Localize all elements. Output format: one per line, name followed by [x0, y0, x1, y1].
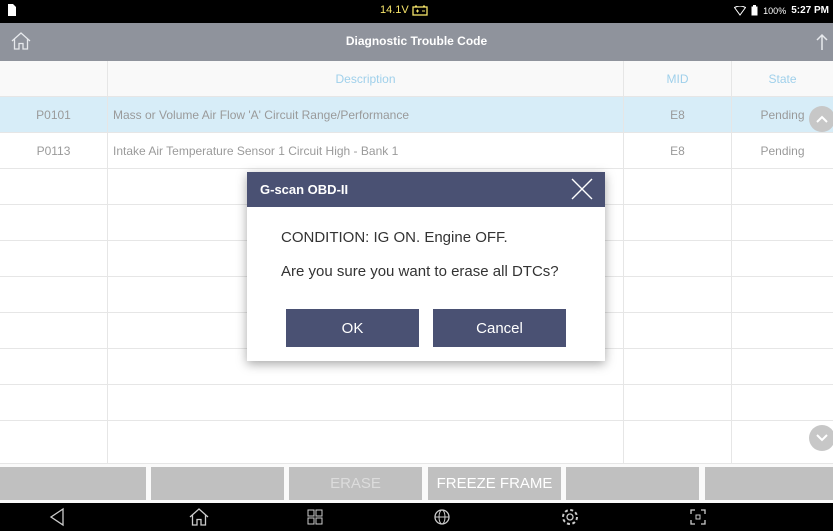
clock: 5:27 PM	[791, 5, 829, 16]
apps-grid-icon[interactable]	[305, 507, 325, 527]
battery-percent: 100%	[763, 5, 787, 16]
status-bar: 14.1V 100% 5:27 PM	[0, 0, 833, 23]
globe-icon[interactable]	[432, 507, 452, 527]
ok-button[interactable]: OK	[286, 309, 419, 347]
dialog-title: G-scan OBD-II	[260, 182, 349, 197]
gear-icon[interactable]	[560, 507, 580, 527]
dialog-question: Are you sure you want to erase all DTCs?	[281, 263, 559, 280]
wifi-icon	[734, 5, 747, 16]
status-right: 100% 5:27 PM	[734, 5, 829, 16]
home-icon[interactable]	[189, 507, 209, 527]
car-battery-icon	[412, 5, 428, 16]
voltage-value: 14.1V	[380, 4, 409, 16]
nav-bar	[0, 503, 833, 531]
dialog-header: G-scan OBD-II	[247, 172, 605, 207]
close-icon[interactable]	[570, 177, 594, 201]
dialog-condition: CONDITION: IG ON. Engine OFF.	[281, 229, 508, 246]
back-icon[interactable]	[48, 507, 68, 527]
voltage-indicator: 14.1V	[380, 4, 428, 16]
sim-card-icon	[8, 4, 16, 16]
battery-icon	[751, 5, 758, 16]
cancel-button[interactable]: Cancel	[433, 309, 566, 347]
erase-confirm-dialog: G-scan OBD-II CONDITION: IG ON. Engine O…	[247, 172, 605, 361]
screen-capture-icon[interactable]	[688, 507, 708, 527]
